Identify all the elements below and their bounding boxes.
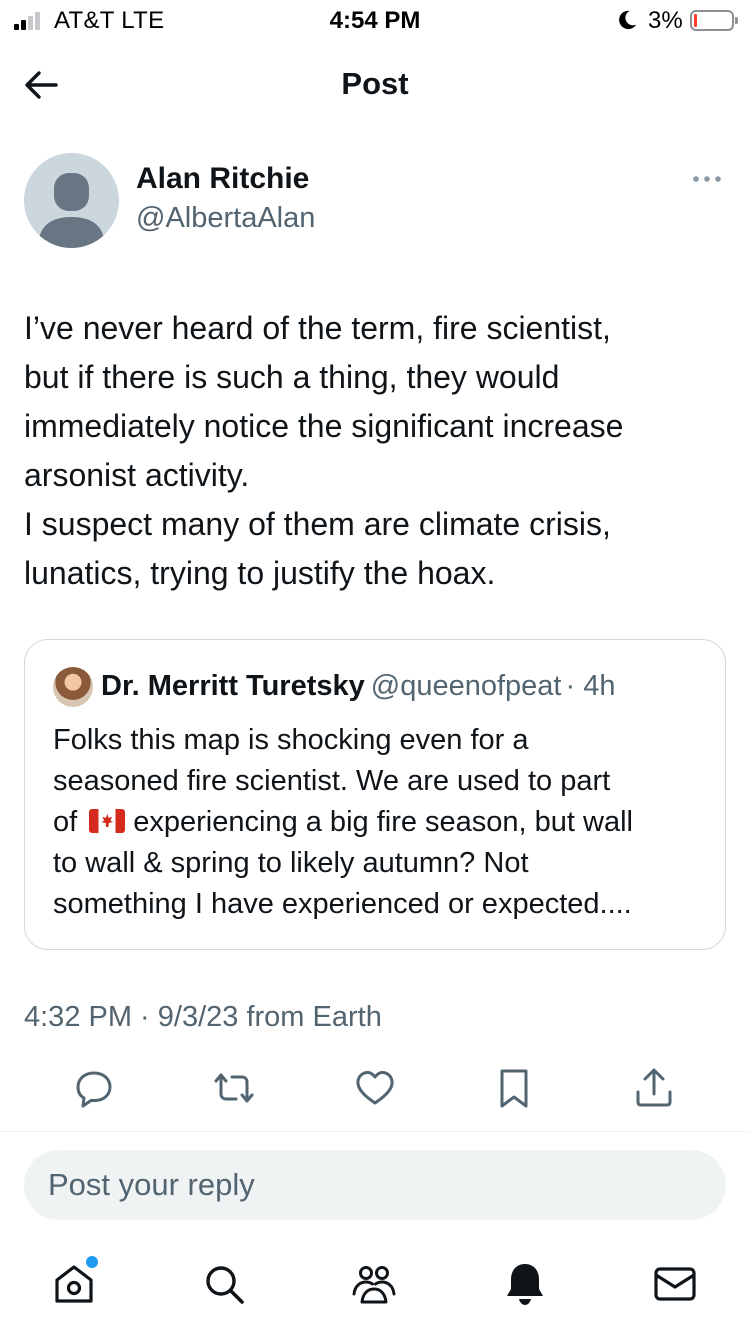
quote-text-line: of experiencing a big fire season, but w… xyxy=(53,802,713,843)
author-name[interactable]: Alan Ritchie xyxy=(136,162,309,196)
repost-icon[interactable] xyxy=(212,1066,256,1110)
like-icon[interactable] xyxy=(353,1066,397,1110)
post-text: I’ve never heard of the term, fire scien… xyxy=(24,304,724,598)
canada-flag-icon xyxy=(89,809,126,833)
post-text-line: arsonist activity. xyxy=(24,457,250,493)
page-title: Post xyxy=(341,66,409,101)
author-handle[interactable]: @AlbertaAlan xyxy=(136,202,315,235)
battery-icon xyxy=(690,10,738,31)
do-not-disturb-moon-icon xyxy=(619,10,637,30)
quote-author-handle: @queenofpeat xyxy=(370,670,562,702)
post-text-line: but if there is such a thing, they would xyxy=(24,359,560,395)
tab-bar xyxy=(0,1240,750,1334)
quote-avatar xyxy=(53,667,93,707)
quoted-post[interactable]: Dr. Merritt Turetsky @queenofpeat · 4h Fol… xyxy=(24,639,726,950)
post-actions xyxy=(0,1066,750,1112)
divider xyxy=(0,1131,750,1132)
avatar[interactable] xyxy=(24,153,119,248)
quote-text-line: something I have experienced or expected… xyxy=(53,888,632,920)
bookmark-icon[interactable] xyxy=(492,1066,536,1110)
quote-text-line: seasoned fire scientist. We are used to … xyxy=(53,765,611,797)
notifications-icon[interactable] xyxy=(501,1260,549,1308)
post-text-line: immediately notice the significant incre… xyxy=(24,408,624,444)
quote-text-line: to wall & spring to likely autumn? Not xyxy=(53,847,529,879)
quote-time: · 4h xyxy=(565,670,616,702)
quote-text-segment: of xyxy=(53,806,78,838)
quote-text-segment: experiencing a big fire season, but wall xyxy=(133,806,633,838)
reply-box[interactable] xyxy=(24,1150,726,1220)
header: Post xyxy=(0,44,750,124)
search-icon[interactable] xyxy=(200,1260,248,1308)
share-icon[interactable] xyxy=(632,1066,676,1110)
post-text-line: lunatics, trying to justify the hoax. xyxy=(24,555,496,591)
status-bar: AT&T LTE 4:54 PM 3% xyxy=(0,0,750,42)
home-notification-dot xyxy=(86,1256,98,1268)
quote-text-line: Folks this map is shocking even for a xyxy=(53,724,529,756)
post-timestamp: 4:32 PM · 9/3/23 from Earth xyxy=(24,1001,382,1033)
quote-text: Folks this map is shocking even for a se… xyxy=(53,720,713,925)
quote-header: Dr. Merritt Turetsky @queenofpeat · 4h xyxy=(101,670,615,703)
post-text-line: I suspect many of them are climate crisi… xyxy=(24,506,611,542)
reply-input[interactable] xyxy=(48,1150,708,1220)
communities-icon[interactable] xyxy=(350,1260,398,1308)
post-text-line: I’ve never heard of the term, fire scien… xyxy=(24,310,611,346)
messages-icon[interactable] xyxy=(651,1260,699,1308)
quote-author-name: Dr. Merritt Turetsky xyxy=(101,670,365,702)
battery-percent: 3% xyxy=(648,7,683,34)
default-avatar-icon xyxy=(38,173,105,248)
reply-icon[interactable] xyxy=(72,1066,116,1110)
more-options-icon[interactable] xyxy=(690,168,724,190)
